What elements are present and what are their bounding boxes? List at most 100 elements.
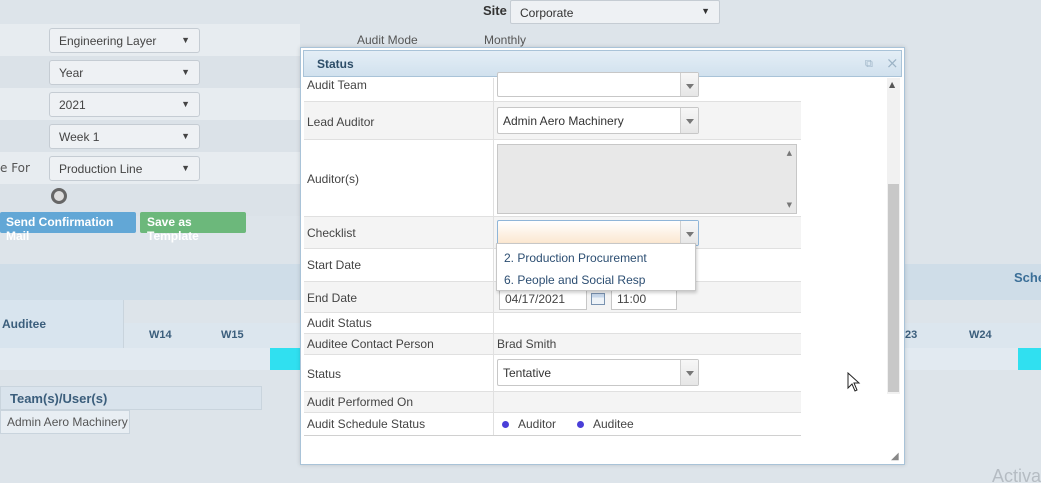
layer-select[interactable]: Engineering Layer ▼	[49, 28, 200, 53]
week-label: W14	[149, 329, 172, 341]
mouse-cursor-icon	[847, 372, 861, 392]
audit-performed-on-label: Audit Performed On	[307, 395, 414, 409]
auditors-listbox[interactable]: ▲ ▼	[497, 144, 797, 214]
end-time-value: 11:00	[617, 292, 647, 306]
chevron-down-icon: ▼	[181, 163, 190, 173]
column-divider	[493, 249, 494, 281]
gear-icon[interactable]	[51, 188, 67, 204]
status-row: Status Tentative	[304, 355, 801, 392]
team-users-header: Team(s)/User(s)	[0, 386, 262, 410]
status-label: Status	[307, 367, 342, 381]
column-divider	[493, 355, 494, 391]
dialog-scrollbar[interactable]: ▲	[887, 78, 900, 394]
audit-team-combo[interactable]	[497, 72, 699, 97]
auditee-column-header: Auditee	[0, 300, 124, 348]
resize-handle-icon[interactable]: ◢	[891, 451, 899, 462]
lead-auditor-value: Admin Aero Machinery	[503, 114, 624, 128]
site-label: Site	[483, 3, 507, 18]
audit-mode-value: Monthly	[484, 33, 527, 47]
column-divider	[493, 140, 494, 216]
audit-status-label: Audit Status	[307, 316, 372, 330]
auditee-header-label: Auditee	[2, 317, 47, 331]
schedule-for-select-value: Production Line	[59, 162, 143, 176]
week-label: W15	[221, 329, 244, 341]
team-row: Admin Aero Machinery	[0, 410, 130, 434]
audit-schedule-status-label: Audit Schedule Status	[307, 417, 426, 431]
column-divider	[493, 313, 494, 333]
audit-team-label: Audit Team	[307, 78, 367, 92]
chevron-down-icon[interactable]	[680, 221, 698, 245]
auditee-contact-value: Brad Smith	[497, 337, 557, 351]
checklist-option[interactable]: 6. People and Social Resp	[504, 273, 645, 287]
column-divider	[493, 217, 494, 248]
year-select-value: 2021	[59, 98, 86, 112]
status-value: Tentative	[503, 366, 552, 380]
schedule-for-select[interactable]: Production Line ▼	[49, 156, 200, 181]
scroll-up-icon[interactable]: ▲	[787, 149, 792, 157]
column-divider	[493, 78, 494, 101]
end-date-input[interactable]: 04/17/2021	[499, 288, 587, 310]
column-divider	[493, 334, 494, 354]
save-as-template-button[interactable]: Save as Template	[140, 212, 246, 243]
layer-select-value: Engineering Layer	[59, 34, 157, 48]
column-divider	[493, 282, 494, 312]
column-divider	[493, 102, 494, 139]
scrollbar-thumb[interactable]	[888, 184, 899, 392]
audit-status-row: Audit Status	[304, 313, 801, 334]
chevron-down-icon: ▼	[701, 6, 710, 16]
chevron-down-icon[interactable]	[680, 73, 698, 96]
auditee-legend-dot	[577, 421, 584, 428]
auditors-label: Auditor(s)	[307, 172, 360, 186]
auditee-legend-label: Auditee	[593, 417, 634, 431]
lead-auditor-row: Lead Auditor Admin Aero Machinery	[304, 102, 801, 140]
chevron-down-icon: ▼	[181, 67, 190, 77]
schedule-cell-marker[interactable]	[270, 348, 300, 370]
checklist-dropdown: 2. Production Procurement 6. People and …	[496, 243, 696, 291]
activation-watermark: Activa	[992, 466, 1041, 483]
checklist-option[interactable]: 2. Production Procurement	[504, 251, 647, 265]
auditor-legend-label: Auditor	[518, 417, 557, 431]
auditor-legend-dot	[502, 421, 509, 428]
audit-performed-on-row: Audit Performed On	[304, 392, 801, 413]
chevron-down-icon: ▼	[181, 99, 190, 109]
audit-mode-label: Audit Mode	[357, 33, 418, 47]
audit-schedule-status-row: Audit Schedule Status Auditor Auditee	[304, 413, 801, 436]
week-label: 23	[905, 329, 918, 341]
chevron-down-icon: ▼	[181, 35, 190, 45]
checklist-label: Checklist	[307, 226, 356, 240]
lead-auditor-label: Lead Auditor	[307, 115, 375, 129]
schedule-cell-marker[interactable]	[1018, 348, 1041, 370]
send-confirmation-mail-button[interactable]: Send Confirmation Mail	[0, 212, 136, 243]
week-select-value: Week 1	[59, 130, 100, 144]
chevron-down-icon[interactable]	[680, 360, 698, 385]
week-label: W24	[969, 329, 992, 341]
status-combo[interactable]: Tentative	[497, 359, 699, 386]
close-icon[interactable]: ×	[886, 54, 899, 72]
year-select[interactable]: 2021 ▼	[49, 92, 200, 117]
lead-auditor-combo[interactable]: Admin Aero Machinery	[497, 107, 699, 134]
chevron-down-icon[interactable]	[680, 108, 698, 133]
end-date-value: 04/17/2021	[505, 292, 566, 306]
period-select[interactable]: Year ▼	[49, 60, 200, 85]
audit-team-row: Audit Team	[304, 72, 801, 102]
column-divider	[493, 413, 494, 435]
column-divider	[493, 392, 494, 412]
popout-icon[interactable]: ⧉	[865, 57, 873, 71]
auditors-row: Auditor(s) ▲ ▼	[304, 140, 801, 217]
scroll-up-icon[interactable]: ▲	[889, 80, 895, 89]
calendar-icon[interactable]	[591, 293, 605, 305]
team-users-header-label: Team(s)/User(s)	[10, 391, 108, 406]
start-date-label: Start Date	[307, 258, 362, 272]
chevron-down-icon: ▼	[181, 131, 190, 141]
schedule-header-label: Sche	[1014, 270, 1041, 285]
auditee-contact-label: Auditee Contact Person	[307, 337, 434, 351]
site-select[interactable]: Corporate ▼	[510, 0, 720, 24]
week-select[interactable]: Week 1 ▼	[49, 124, 200, 149]
scroll-down-icon[interactable]: ▼	[787, 201, 792, 209]
team-row-label: Admin Aero Machinery	[7, 415, 128, 429]
end-date-label: End Date	[307, 291, 358, 305]
dialog-title: Status	[317, 57, 354, 71]
schedule-for-label: e For	[0, 161, 30, 175]
end-time-input[interactable]: 11:00	[611, 288, 677, 310]
period-select-value: Year	[59, 66, 84, 80]
